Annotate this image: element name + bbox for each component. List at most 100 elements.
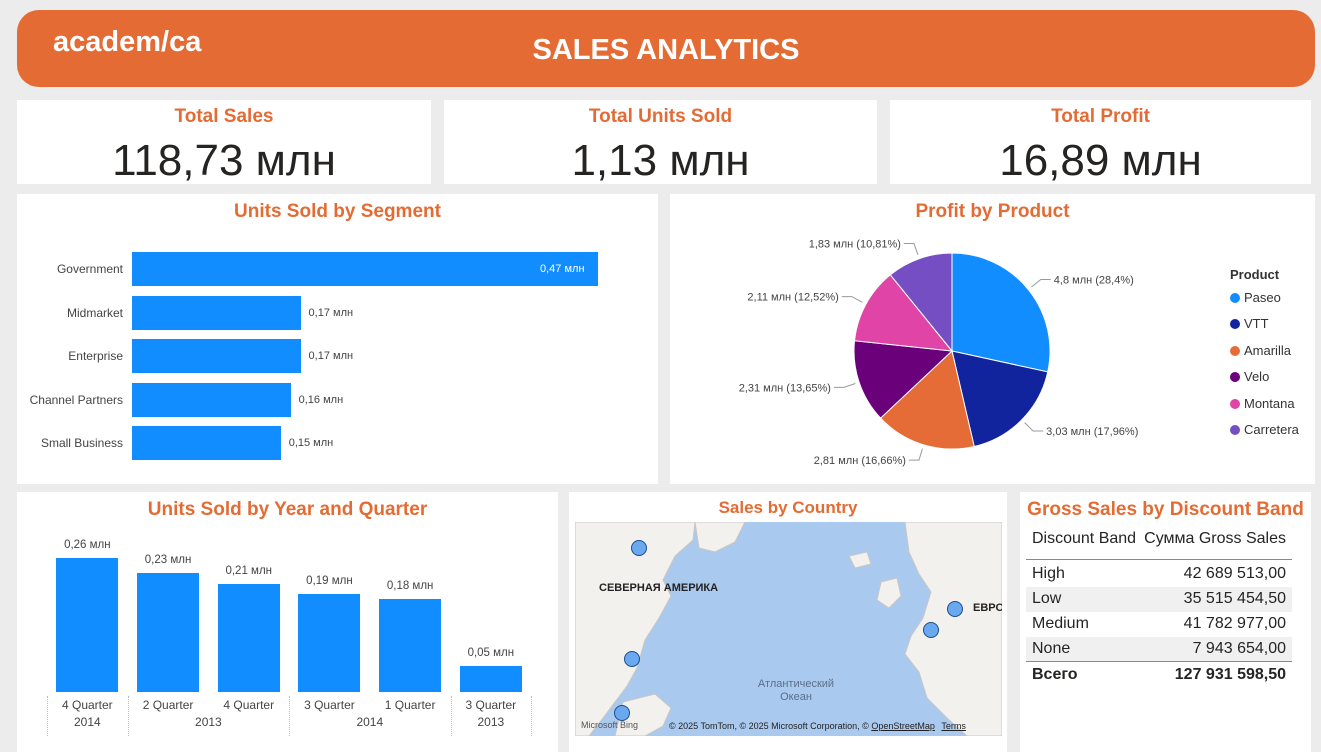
- legend-dot-icon: [1230, 293, 1240, 303]
- segment-chart-card[interactable]: Units Sold by Segment Government 0,47 млн…: [17, 194, 658, 484]
- legend-item-montana[interactable]: Montana: [1230, 396, 1295, 411]
- year-axis-label: 2013: [477, 715, 505, 729]
- quarter-value-label: 0,18 млн: [386, 580, 434, 593]
- quarter-bar[interactable]: [56, 558, 119, 692]
- map-copyright: © 2025 TomTom, © 2025 Microsoft Corporat…: [669, 721, 869, 731]
- pie-data-label: 2,11 млн (12,52%): [747, 292, 838, 304]
- map-label-ocean: Атлантический Океан: [757, 678, 835, 703]
- segment-bar[interactable]: [132, 426, 281, 460]
- country-map[interactable]: СЕВЕРНАЯ АМЕРИКА ЕВРО Атлантический Океа…: [575, 522, 1002, 736]
- cell-band: None: [1032, 640, 1071, 657]
- year-group-divider: [289, 696, 291, 736]
- year-axis-label: 2013: [195, 715, 222, 729]
- segment-label: Government: [56, 262, 123, 276]
- header-divider: [1026, 559, 1292, 560]
- kpi-title: Total Units Sold: [588, 106, 733, 127]
- year-group-divider: [531, 696, 533, 736]
- kpi-value: 1,13 млн: [571, 136, 750, 185]
- legend-label: Velo: [1244, 369, 1270, 385]
- quarter-value-label: 0,05 млн: [467, 647, 515, 660]
- legend-dot-icon: [1230, 372, 1240, 383]
- segment-value-label: 0,17 млн: [308, 306, 354, 319]
- discount-table-card[interactable]: Gross Sales by Discount Band Discount Ba…: [1020, 492, 1311, 752]
- pie-leader-line: [908, 448, 923, 461]
- cell-value: 35 515 454,50: [1183, 590, 1286, 607]
- segment-bar[interactable]: [132, 339, 301, 373]
- kpi-card-total-sales[interactable]: Total Sales 118,73 млн: [17, 100, 431, 185]
- column-header-gross-sales[interactable]: Сумма Gross Sales: [1144, 530, 1286, 548]
- total-value: 127 931 598,50: [1174, 666, 1286, 683]
- year-group-divider: [127, 696, 129, 736]
- year-axis-label: 2014: [356, 715, 384, 729]
- year-axis-label: 2014: [73, 715, 101, 729]
- pie-chart[interactable]: 4,8 млн (28,4%) 3,03 млн (17,96%) 2,81 млн…: [670, 194, 1210, 484]
- quarter-value-label: 0,26 млн: [64, 539, 111, 551]
- quarter-bar[interactable]: [379, 599, 442, 692]
- quarter-bar[interactable]: [137, 573, 200, 692]
- pie-leader-line: [903, 243, 919, 256]
- map-point[interactable]: [614, 705, 630, 721]
- pie-leader-line: [841, 296, 863, 303]
- legend-item-paseo[interactable]: Paseo: [1230, 290, 1281, 305]
- chart-title: Units Sold by Segment: [234, 201, 441, 222]
- kpi-card-total-units[interactable]: Total Units Sold 1,13 млн: [444, 100, 877, 185]
- quarter-chart-card[interactable]: Units Sold by Year and Quarter 0,26 млн 4…: [17, 492, 558, 752]
- total-label: Всего: [1032, 666, 1078, 683]
- quarter-axis-label: 3 Quarter: [465, 698, 517, 712]
- pie-data-label: 3,03 млн (17,96%): [1046, 426, 1138, 438]
- column-header-band[interactable]: Discount Band: [1032, 530, 1136, 548]
- table-row[interactable]: None 7 943 654,00: [1026, 637, 1292, 662]
- pie-data-label: 2,31 млн (13,65%): [739, 382, 831, 394]
- segment-value-label: 0,47 млн: [540, 263, 585, 275]
- legend-dot-icon: [1230, 345, 1240, 356]
- legend-item-velo[interactable]: Velo: [1230, 369, 1269, 384]
- kpi-title: Total Sales: [174, 106, 274, 127]
- pie-leader-line: [1024, 422, 1044, 432]
- osm-link[interactable]: OpenStreetMap: [871, 721, 935, 731]
- map-point[interactable]: [624, 651, 640, 667]
- header-banner: academ/ca SALES ANALYTICS: [17, 10, 1315, 87]
- map-point[interactable]: [631, 540, 647, 556]
- segment-bar[interactable]: [132, 252, 598, 286]
- cell-band: Low: [1032, 590, 1062, 607]
- legend-label: VTT: [1244, 316, 1269, 332]
- legend-item-carretera[interactable]: Carretera: [1230, 422, 1299, 437]
- legend-dot-icon: [1230, 425, 1240, 435]
- quarter-bar[interactable]: [459, 666, 522, 692]
- legend-item-amarilla[interactable]: Amarilla: [1230, 343, 1291, 358]
- terms-link[interactable]: Terms: [941, 721, 966, 731]
- table-row[interactable]: High 42 689 513,00: [1026, 562, 1292, 587]
- chart-title: Sales by Country: [718, 498, 858, 517]
- table-title: Gross Sales by Discount Band: [1027, 499, 1304, 520]
- segment-bar[interactable]: [132, 382, 291, 417]
- map-point[interactable]: [923, 622, 939, 638]
- pie-data-label: 2,81 млн (16,66%): [814, 455, 906, 467]
- product-chart-card[interactable]: Profit by Product 4,8 млн (28,4%) 3,03 мл…: [670, 194, 1315, 484]
- table-row[interactable]: Low 35 515 454,50: [1026, 587, 1292, 612]
- year-group-divider: [450, 696, 452, 736]
- cell-value: 7 943 654,00: [1192, 640, 1286, 657]
- quarter-bar[interactable]: [217, 583, 280, 692]
- total-row[interactable]: Всего 127 931 598,50: [1026, 663, 1292, 688]
- quarter-axis-label: 4 Quarter: [61, 698, 113, 712]
- segment-bar[interactable]: [132, 295, 301, 330]
- quarter-bar[interactable]: [298, 594, 361, 692]
- quarter-axis-label: 2 Quarter: [142, 698, 194, 712]
- pie-data-label: 4,8 млн (28,4%): [1054, 274, 1134, 286]
- map-card[interactable]: Sales by Country СЕВЕРНАЯ АМЕРИКА ЕВРО А…: [569, 492, 1007, 752]
- segment-label: Channel Partners: [29, 392, 123, 407]
- quarter-axis-label: 1 Quarter: [384, 698, 436, 712]
- legend-label: Carretera: [1244, 422, 1299, 437]
- cell-band: Medium: [1032, 615, 1089, 632]
- quarter-axis-label: 4 Quarter: [223, 698, 275, 712]
- table-row[interactable]: Medium 41 782 977,00: [1026, 612, 1292, 637]
- segment-value-label: 0,15 млн: [288, 437, 334, 449]
- map-point[interactable]: [947, 601, 963, 617]
- segment-value-label: 0,17 млн: [308, 350, 354, 362]
- quarter-value-label: 0,21 млн: [225, 564, 273, 577]
- pie-data-label: 1,83 млн (10,81%): [809, 239, 901, 251]
- kpi-card-total-profit[interactable]: Total Profit 16,89 млн: [890, 100, 1311, 185]
- legend-dot-icon: [1230, 398, 1240, 409]
- legend-item-vtt[interactable]: VTT: [1230, 316, 1269, 331]
- quarter-axis-label: 3 Quarter: [304, 698, 355, 712]
